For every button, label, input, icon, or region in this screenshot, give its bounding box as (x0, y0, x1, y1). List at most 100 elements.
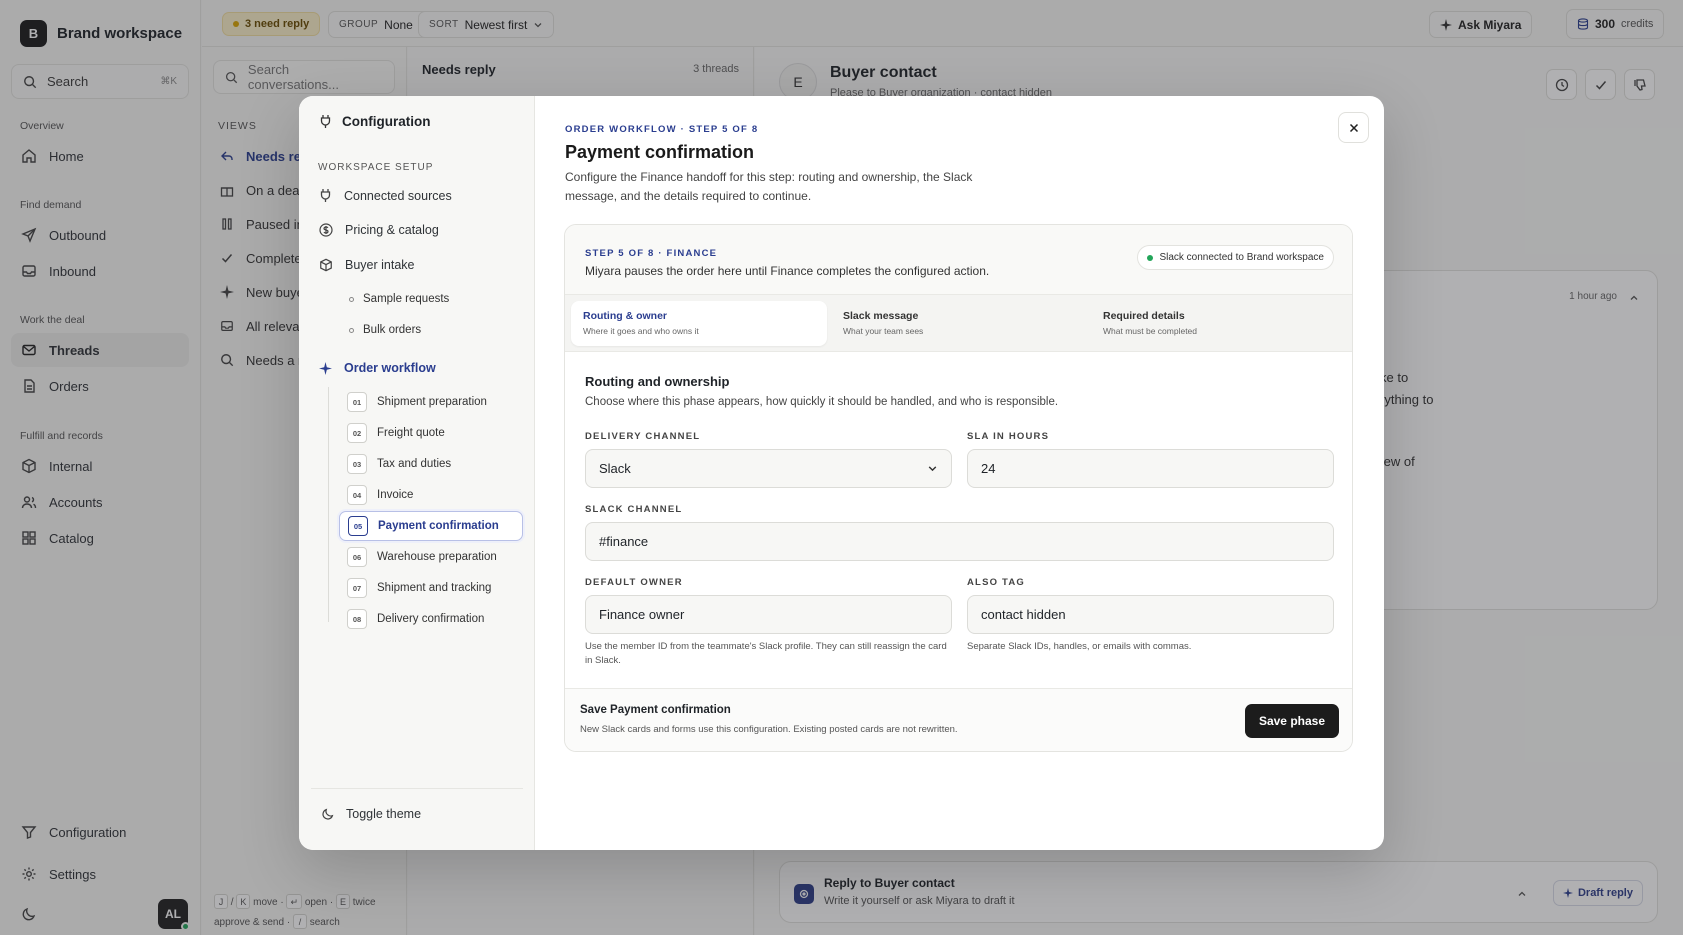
dollar-icon (319, 223, 333, 237)
step-number: 05 (348, 516, 368, 536)
save-footer-title: Save Payment confirmation (580, 704, 731, 716)
workflow-step-8[interactable]: 08 Delivery confirmation (339, 604, 523, 634)
tab-subtitle: Where it goes and who owns it (583, 326, 699, 336)
step-label: Shipment and tracking (377, 582, 492, 594)
step-label: Freight quote (377, 427, 445, 439)
nav-label: Bulk orders (363, 324, 422, 336)
phase-step-description: Miyara pauses the order here until Finan… (585, 264, 990, 278)
phase-step-label: STEP 5 OF 8 · FINANCE (585, 248, 718, 259)
workflow-step-7[interactable]: 07 Shipment and tracking (339, 573, 523, 603)
workflow-step-5[interactable]: 05 Payment confirmation (339, 511, 523, 541)
step-label: Warehouse preparation (377, 551, 497, 563)
nav-pricing-catalog[interactable]: Pricing & catalog (319, 223, 439, 237)
delivery-channel-value: Slack (599, 461, 631, 476)
tab-subtitle: What your team sees (843, 326, 924, 336)
plug-icon (320, 189, 331, 202)
nav-label: Order workflow (344, 361, 436, 375)
page-title: Payment confirmation (565, 142, 755, 162)
tab-routing-owner[interactable]: Routing & owner Where it goes and who ow… (571, 301, 827, 346)
delivery-channel-select[interactable]: Slack (585, 449, 952, 488)
tab-label: Slack message (843, 310, 919, 322)
configuration-nav-title: Configuration (319, 114, 430, 129)
step-number: 03 (347, 454, 367, 474)
nav-buyer-intake[interactable]: Buyer intake (319, 258, 414, 272)
phase-tabs: Routing & owner Where it goes and who ow… (565, 295, 1352, 352)
configuration-content: ORDER WORKFLOW · STEP 5 OF 8 Payment con… (535, 96, 1384, 850)
toggle-theme-button[interactable]: Toggle theme (321, 807, 421, 821)
save-phase-button[interactable]: Save phase (1244, 704, 1339, 738)
also-tag-value: contact hidden (981, 607, 1066, 622)
tab-slack-message[interactable]: Slack message What your team sees (831, 301, 1087, 346)
configuration-nav: Configuration WORKSPACE SETUP Connected … (299, 96, 535, 850)
step-number: 04 (347, 485, 367, 505)
workflow-step-4[interactable]: 04 Invoice (339, 480, 523, 510)
workflow-step-6[interactable]: 06 Warehouse preparation (339, 542, 523, 572)
also-tag-input[interactable]: contact hidden (967, 595, 1334, 634)
divider (311, 788, 523, 789)
configuration-modal: Configuration WORKSPACE SETUP Connected … (299, 96, 1384, 850)
delivery-channel-label: DELIVERY CHANNEL (585, 431, 701, 442)
tag-help-text: Separate Slack IDs, handles, or emails w… (967, 641, 1192, 652)
tab-label: Required details (1103, 310, 1185, 322)
status-dot (1147, 254, 1154, 261)
plug-icon (320, 115, 331, 128)
nav-label: Pricing & catalog (345, 223, 439, 237)
slack-status-text: Slack connected to Brand workspace (1159, 252, 1324, 263)
step-label: Tax and duties (377, 458, 452, 470)
slack-channel-value: #finance (599, 534, 649, 549)
slack-channel-label: SLACK CHANNEL (585, 504, 683, 515)
workflow-step-1[interactable]: 01 Shipment preparation (339, 387, 523, 417)
sparkle-icon (319, 361, 332, 375)
tab-subtitle: What must be completed (1103, 326, 1198, 336)
bullet-icon (349, 327, 354, 333)
default-owner-input[interactable]: Finance owner (585, 595, 952, 634)
save-footer-description: New Slack cards and forms use this confi… (580, 724, 958, 735)
toggle-theme-label: Toggle theme (346, 807, 422, 821)
section-title: Routing and ownership (585, 374, 730, 389)
workflow-step-2[interactable]: 02 Freight quote (339, 418, 523, 448)
step-connector-line (328, 387, 329, 622)
step-number: 06 (347, 547, 367, 567)
nav-label: Connected sources (344, 188, 452, 203)
step-number: 01 (347, 392, 367, 412)
nav-bulk-orders[interactable]: Bulk orders (349, 324, 421, 336)
tab-label: Routing & owner (583, 310, 667, 322)
owner-help-text: Use the member ID from the teammate's Sl… (585, 641, 947, 666)
bullet-icon (349, 296, 354, 302)
nav-sample-requests[interactable]: Sample requests (349, 293, 449, 305)
step-label: Delivery confirmation (377, 613, 485, 625)
close-button[interactable] (1338, 112, 1369, 143)
phase-config-card: STEP 5 OF 8 · FINANCE Miyara pauses the … (564, 224, 1353, 752)
also-tag-label: ALSO TAG (967, 577, 1025, 588)
workspace-setup-label: WORKSPACE SETUP (318, 162, 434, 173)
chevron-down-icon (928, 466, 937, 472)
step-label: Shipment preparation (377, 396, 487, 408)
tab-required-details[interactable]: Required details What must be completed (1091, 301, 1347, 346)
step-number: 02 (347, 423, 367, 443)
step-number: 08 (347, 609, 367, 629)
configuration-nav-title-text: Configuration (342, 114, 431, 129)
phase-header: STEP 5 OF 8 · FINANCE Miyara pauses the … (565, 225, 1352, 295)
moon-icon (322, 808, 334, 820)
sla-hours-input[interactable]: 24 (967, 449, 1334, 488)
step-label: Invoice (377, 489, 414, 501)
cube-icon (320, 258, 332, 272)
close-icon (1349, 123, 1358, 132)
sla-label: SLA IN HOURS (967, 431, 1050, 442)
slack-channel-input[interactable]: #finance (585, 522, 1334, 561)
page-description: Configure the Finance handoff for this s… (565, 170, 973, 203)
slack-status-badge: Slack connected to Brand workspace (1137, 245, 1334, 270)
step-number: 07 (347, 578, 367, 598)
default-owner-label: DEFAULT OWNER (585, 577, 683, 588)
nav-connected-sources[interactable]: Connected sources (319, 188, 452, 203)
section-description: Choose where this phase appears, how qui… (585, 396, 1059, 408)
workflow-step-3[interactable]: 03 Tax and duties (339, 449, 523, 479)
nav-label: Buyer intake (345, 258, 415, 272)
step-label: Payment confirmation (378, 520, 499, 532)
default-owner-value: Finance owner (599, 607, 685, 622)
breadcrumb: ORDER WORKFLOW · STEP 5 OF 8 (565, 124, 759, 135)
sla-hours-value: 24 (981, 461, 996, 476)
nav-label: Sample requests (363, 293, 450, 305)
nav-order-workflow[interactable]: Order workflow (319, 361, 436, 375)
save-footer: Save Payment confirmation New Slack card… (565, 688, 1352, 751)
